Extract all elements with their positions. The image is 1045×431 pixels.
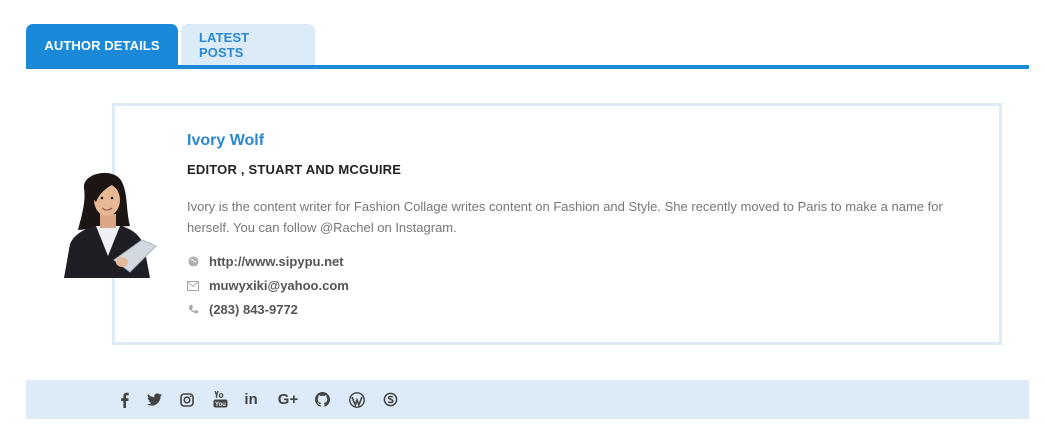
phone-number[interactable]: (283) 843-9772 — [209, 302, 298, 317]
github-icon[interactable] — [311, 380, 333, 419]
envelope-icon — [187, 280, 199, 292]
contact-phone[interactable]: (283) 843-9772 — [187, 302, 298, 317]
facebook-icon[interactable] — [113, 380, 135, 419]
instagram-icon[interactable] — [176, 380, 198, 419]
tab-latest-posts[interactable]: LATEST POSTS — [181, 24, 315, 66]
linkedin-icon[interactable]: in — [240, 380, 262, 419]
google-plus-icon[interactable]: G+ — [276, 380, 300, 419]
author-box-widget: AUTHOR DETAILS LATEST POSTS Ivory Wolf E… — [0, 0, 1045, 431]
svg-text:You: You — [215, 402, 226, 408]
globe-icon — [187, 256, 199, 268]
email-link[interactable]: muwyxiki@yahoo.com — [209, 278, 349, 293]
tab-underline — [26, 65, 1029, 69]
social-bar: You in G+ — [26, 380, 1029, 419]
tab-bar: AUTHOR DETAILS LATEST POSTS — [26, 24, 315, 66]
tab-author-details[interactable]: AUTHOR DETAILS — [26, 24, 178, 66]
tab-label: AUTHOR DETAILS — [44, 37, 160, 53]
wordpress-icon[interactable] — [346, 380, 368, 419]
tab-label: LATEST POSTS — [199, 30, 250, 60]
phone-icon — [187, 304, 199, 316]
twitter-icon[interactable] — [143, 380, 165, 419]
website-link[interactable]: http://www.sipypu.net — [209, 254, 344, 269]
contact-website[interactable]: http://www.sipypu.net — [187, 254, 344, 269]
author-name[interactable]: Ivory Wolf — [187, 132, 264, 150]
contact-email[interactable]: muwyxiki@yahoo.com — [187, 278, 349, 293]
skype-icon[interactable] — [379, 380, 401, 419]
author-bio: Ivory is the content writer for Fashion … — [187, 199, 943, 235]
author-avatar — [56, 168, 161, 278]
author-role: EDITOR , STUART AND MCGUIRE — [187, 162, 402, 177]
youtube-icon[interactable]: You — [209, 380, 231, 419]
